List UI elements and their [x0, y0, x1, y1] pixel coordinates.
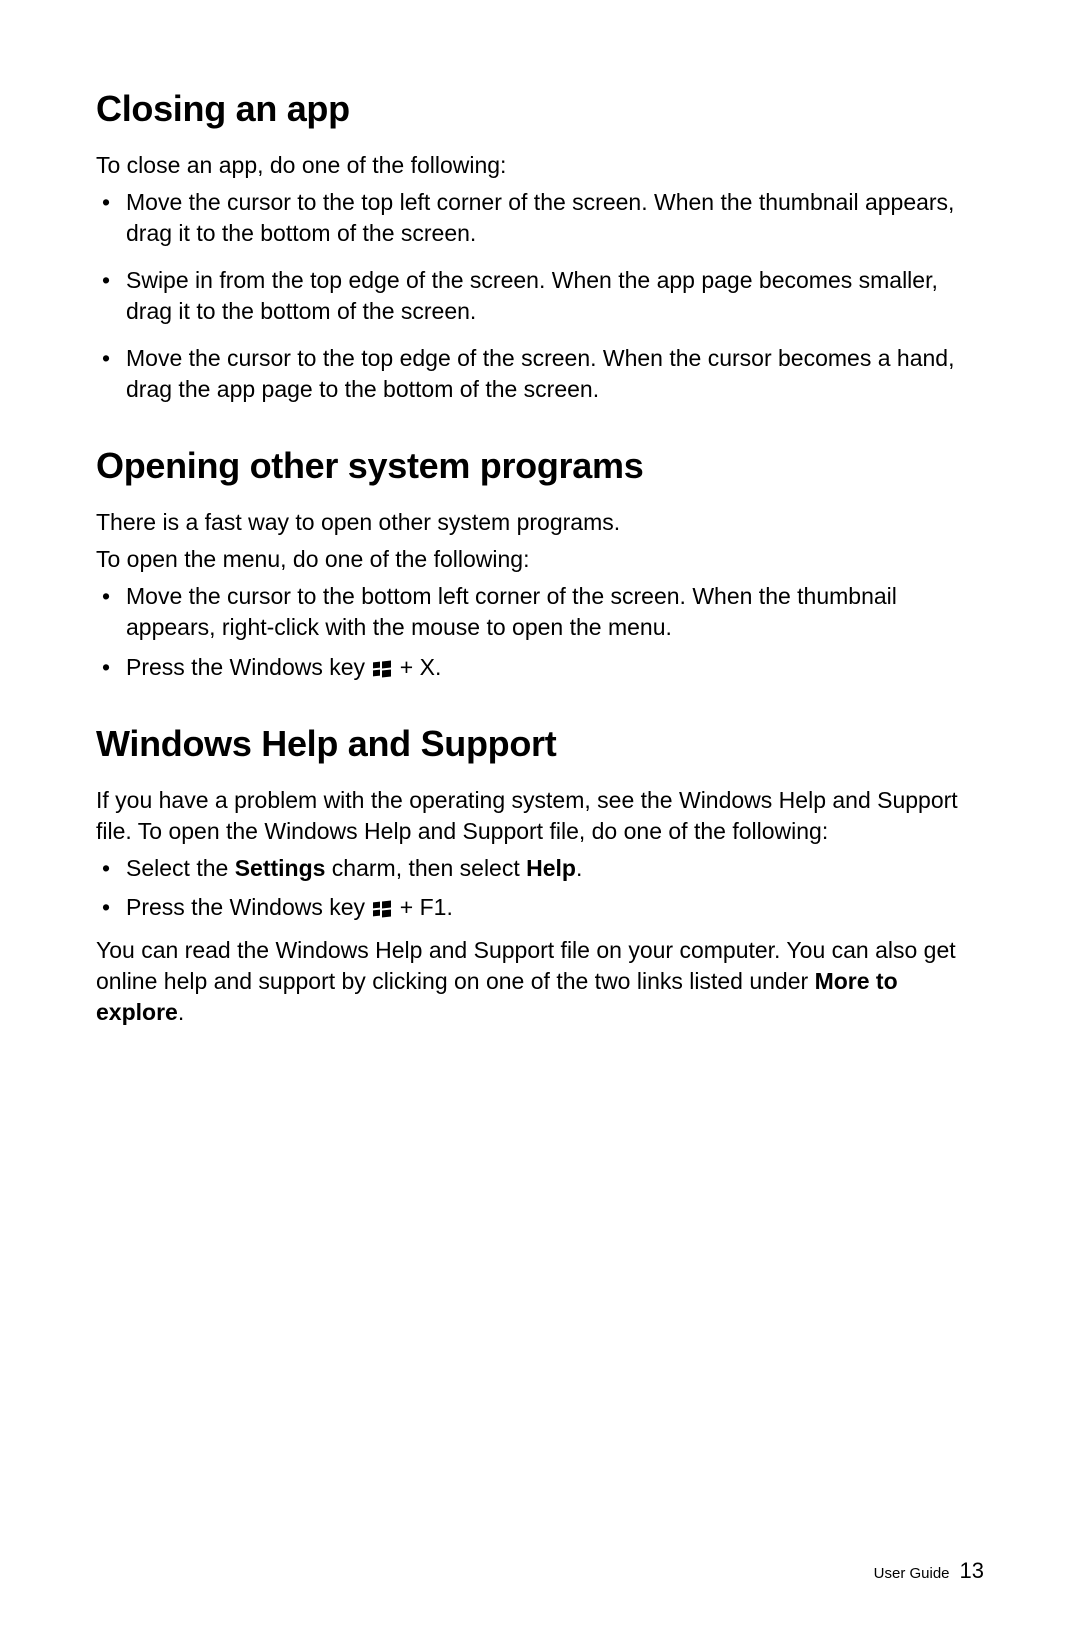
- list-item: Move the cursor to the bottom left corne…: [96, 581, 984, 643]
- list-item: Select the Settings charm, then select H…: [96, 853, 984, 884]
- body-text: To open the menu, do one of the followin…: [96, 544, 984, 575]
- page-number: 13: [960, 1558, 984, 1583]
- bullet-list: Move the cursor to the top left corner o…: [96, 187, 984, 405]
- body-text: There is a fast way to open other system…: [96, 507, 984, 538]
- bold-text: More to explore: [96, 968, 898, 1025]
- body-text: To close an app, do one of the following…: [96, 150, 984, 181]
- windows-key-icon: [373, 661, 391, 677]
- footer-label: User Guide: [874, 1565, 950, 1582]
- bold-text: Settings: [235, 855, 326, 881]
- list-item: Press the Windows key + X.: [96, 652, 984, 683]
- section-heading: Closing an app: [96, 88, 984, 130]
- list-item: Move the cursor to the top left corner o…: [96, 187, 984, 249]
- bullet-list: Select the Settings charm, then select H…: [96, 853, 984, 923]
- bold-text: Help: [526, 855, 576, 881]
- section-heading: Opening other system programs: [96, 445, 984, 487]
- list-item: Move the cursor to the top edge of the s…: [96, 343, 984, 405]
- body-text: If you have a problem with the operating…: [96, 785, 984, 847]
- body-text: You can read the Windows Help and Suppor…: [96, 935, 984, 1028]
- list-item: Swipe in from the top edge of the screen…: [96, 265, 984, 327]
- windows-key-icon: [373, 901, 391, 917]
- list-item: Press the Windows key + F1.: [96, 892, 984, 923]
- document-page: Closing an app To close an app, do one o…: [0, 0, 1080, 1642]
- section-heading: Windows Help and Support: [96, 723, 984, 765]
- page-footer: User Guide 13: [874, 1558, 984, 1584]
- bullet-list: Move the cursor to the bottom left corne…: [96, 581, 984, 682]
